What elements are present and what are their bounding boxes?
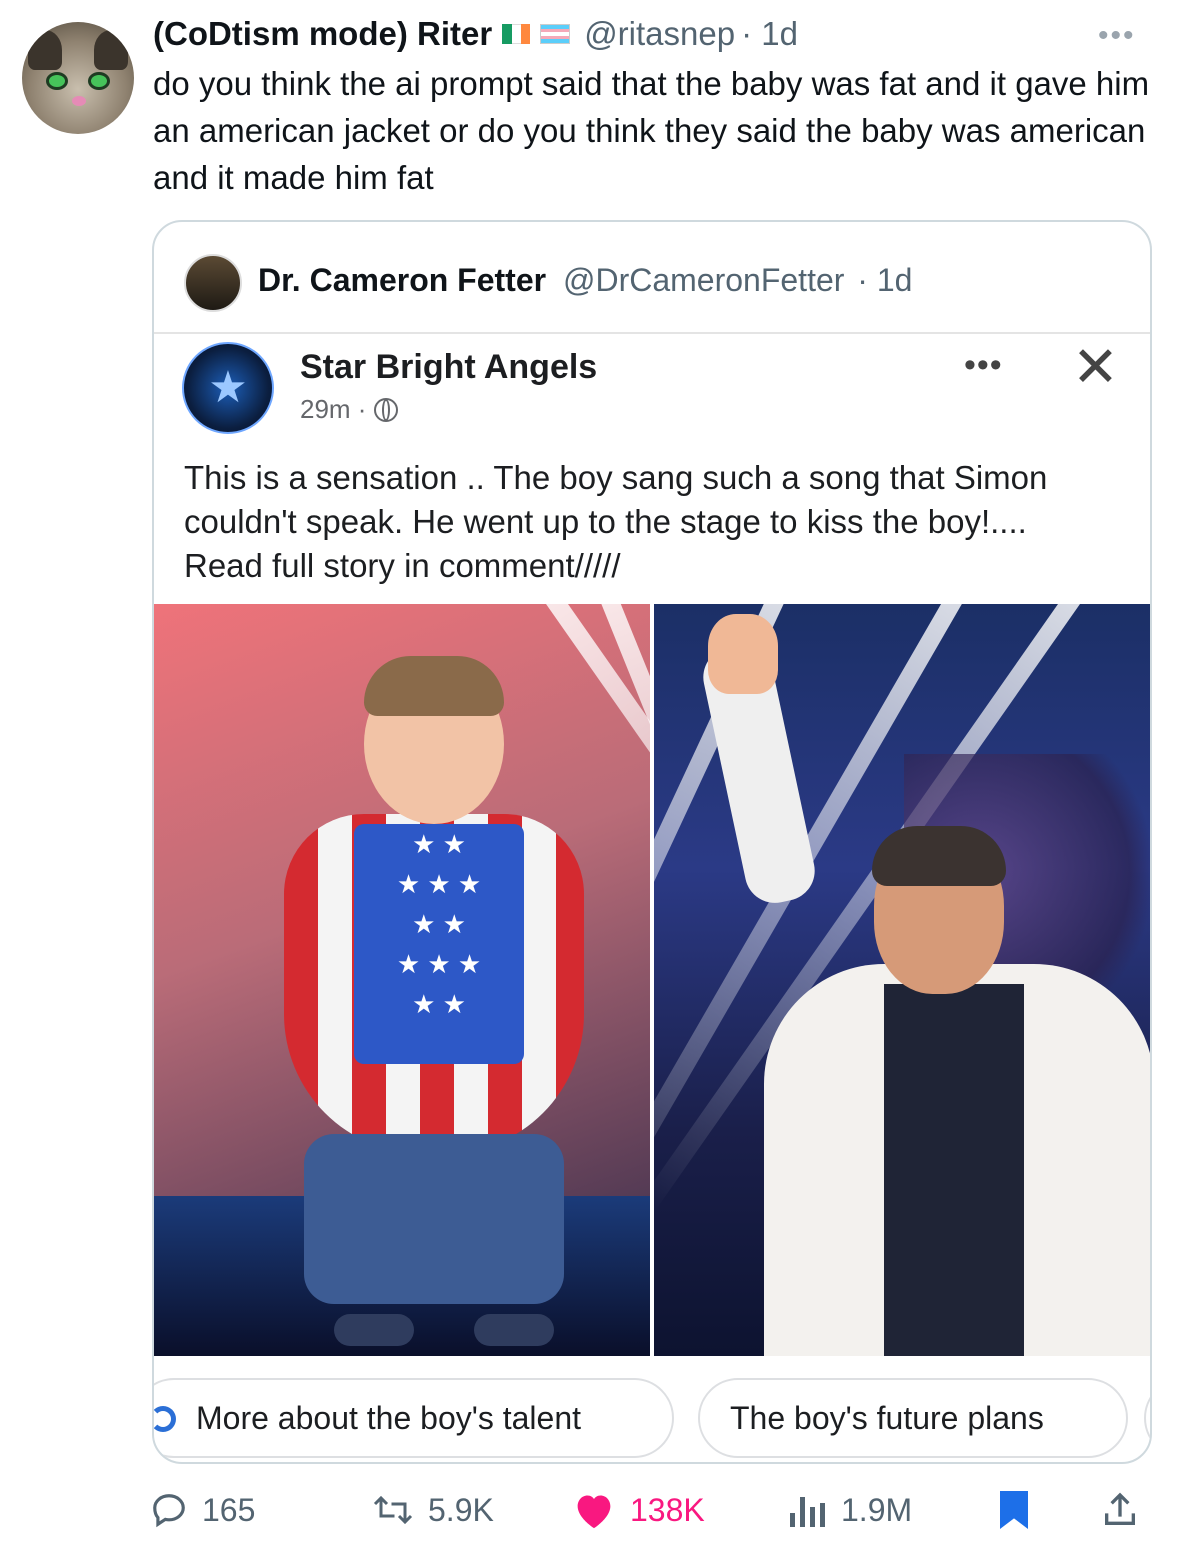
judge-figure — [674, 604, 1150, 1356]
avatar-eye-left — [46, 72, 68, 90]
chip-future-plans: The boy's future plans — [698, 1378, 1128, 1458]
ireland-flag-icon — [502, 24, 531, 44]
shoe-right — [474, 1314, 554, 1346]
bookmark-button[interactable] — [1000, 1485, 1028, 1535]
author-handle[interactable]: @ritasnep — [584, 15, 735, 53]
fb-more-icon: ••• — [964, 346, 1003, 384]
quote-author-name: Dr. Cameron Fetter — [258, 262, 547, 298]
quote-author-avatar[interactable] — [184, 254, 242, 312]
reply-icon — [153, 1494, 185, 1528]
fb-post-text: This is a sensation .. The boy sang such… — [184, 459, 1048, 584]
chip-label: The boy's future plans — [730, 1399, 1044, 1436]
fb-post-time-text: 29m · — [300, 394, 367, 424]
tweet-time[interactable]: · 1d — [741, 15, 798, 53]
divider — [154, 332, 1150, 334]
retweet-button[interactable]: 5.9K — [372, 1485, 494, 1535]
avatar-ear-right — [94, 30, 128, 70]
boy-figure: ★ ★ ★ ★ ★ ★ ★ ★ ★ ★ ★ ★ — [214, 634, 614, 1354]
action-bar: 165 5.9K 138K 1.9M — [150, 1485, 1160, 1535]
trans-flag-icon — [540, 24, 571, 44]
star-vest: ★ ★ ★ ★ ★ ★ ★ ★ ★ ★ ★ ★ — [354, 824, 524, 1064]
chip-boys-talent: More about the boy's talent — [154, 1378, 674, 1458]
ai-spinner-icon — [154, 1406, 176, 1432]
share-button[interactable] — [1100, 1485, 1140, 1535]
author-name[interactable]: (CoDtism mode) Riter — [153, 15, 492, 53]
avatar-eye-right — [88, 72, 110, 90]
heart-icon — [577, 1495, 611, 1529]
shoe-left — [334, 1314, 414, 1346]
post-image-judge — [654, 604, 1150, 1356]
suggestion-chips: More about the boy's talent The boy's fu… — [154, 1378, 1150, 1458]
avatar-ear-left — [28, 30, 62, 70]
views-button[interactable]: 1.9M — [790, 1485, 912, 1535]
views-icon — [790, 1493, 825, 1527]
globe-icon — [374, 397, 399, 422]
tweet-text: do you think the ai prompt said that the… — [153, 65, 1150, 196]
chip-label: More about the boy's talent — [196, 1399, 582, 1436]
quote-time: · 1d — [857, 262, 913, 298]
bookmark-icon — [1000, 1491, 1028, 1529]
views-count: 1.9M — [841, 1491, 913, 1528]
boy-hair — [364, 656, 504, 716]
quote-author-handle: @DrCameronFetter — [562, 262, 845, 298]
raised-hand — [708, 614, 778, 694]
retweet-count: 5.9K — [428, 1491, 494, 1528]
fb-post-time: 29m · — [300, 394, 399, 425]
tweet-header: (CoDtism mode) Riter @ritasnep · 1d — [153, 12, 798, 56]
post-image-boy: ★ ★ ★ ★ ★ ★ ★ ★ ★ ★ ★ ★ — [154, 604, 650, 1356]
dark-shirt — [884, 984, 1024, 1356]
page-logo: ★ — [182, 342, 274, 434]
avatar-nose — [72, 96, 86, 106]
like-count: 138K — [630, 1491, 705, 1528]
judge-hair — [872, 826, 1006, 886]
jeans — [304, 1134, 564, 1304]
like-button[interactable]: 138K — [572, 1485, 705, 1535]
quote-header: Dr. Cameron Fetter @DrCameronFetter · 1d — [258, 262, 912, 299]
reply-button[interactable]: 165 — [150, 1485, 255, 1535]
retweet-icon — [373, 1495, 413, 1525]
more-options-icon[interactable]: ••• — [1098, 21, 1136, 51]
reply-count: 165 — [202, 1491, 256, 1528]
close-icon: ✕ — [1072, 335, 1119, 398]
author-avatar[interactable] — [22, 22, 134, 134]
share-icon — [1105, 1492, 1135, 1525]
chip-overflow — [1144, 1378, 1150, 1458]
quoted-tweet[interactable]: Dr. Cameron Fetter @DrCameronFetter · 1d… — [152, 220, 1152, 1464]
fb-page-name: Star Bright Angels — [300, 348, 598, 386]
